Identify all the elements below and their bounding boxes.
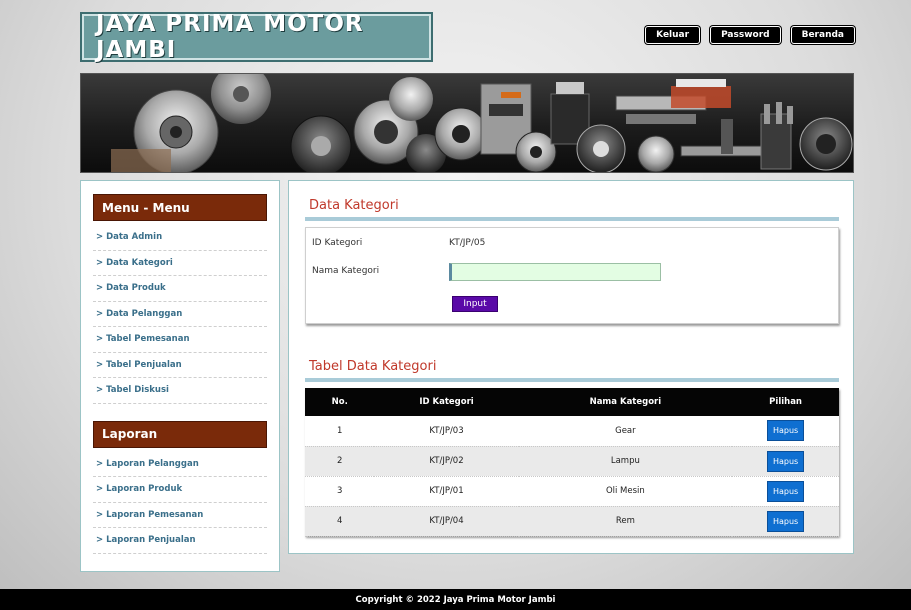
footer: Copyright © 2022 Jaya Prima Motor Jambi: [0, 589, 911, 610]
cell-nama: Lampu: [518, 446, 733, 477]
nama-kategori-input[interactable]: [449, 263, 661, 281]
cell-action: Hapus: [732, 476, 839, 507]
site-title: JAYA PRIMA MOTOR JAMBI: [96, 11, 364, 63]
sidebar-item-data-produk[interactable]: > Data Produk: [93, 276, 267, 302]
sidebar: Menu - Menu > Data Admin > Data Kategori…: [80, 180, 280, 572]
report-heading: Laporan: [93, 420, 267, 448]
hapus-button[interactable]: Hapus: [766, 450, 805, 472]
site-logo: JAYA PRIMA MOTOR JAMBI: [80, 11, 433, 63]
sidebar-item-tabel-pemesanan[interactable]: > Tabel Pemesanan: [93, 327, 267, 353]
hapus-button[interactable]: Hapus: [766, 480, 805, 502]
auto-parts-banner: [80, 73, 854, 173]
sidebar-item-laporan-produk[interactable]: > Laporan Produk: [93, 477, 267, 503]
cell-no: 2: [305, 446, 375, 477]
col-nama-kategori: Nama Kategori: [589, 397, 662, 407]
cell-id: KT/JP/01: [374, 476, 519, 507]
cell-action: Hapus: [732, 416, 839, 447]
table-row: 1 KT/JP/03 Gear Hapus: [305, 416, 839, 447]
report-heading-label: Laporan: [102, 427, 158, 441]
col-pilihan: Pilihan: [769, 397, 802, 407]
cell-action: Hapus: [732, 506, 839, 537]
cell-no: 4: [305, 506, 375, 537]
cell-nama: Rem: [518, 506, 733, 537]
form-title: Data Kategori: [309, 198, 399, 213]
top-nav: Keluar Password Beranda: [645, 26, 855, 44]
menu-heading-label: Menu - Menu: [102, 200, 190, 215]
logout-button[interactable]: Keluar: [645, 26, 701, 44]
sidebar-item-data-pelanggan[interactable]: > Data Pelanggan: [93, 302, 267, 327]
cell-action: Hapus: [732, 446, 839, 477]
sidebar-item-data-admin[interactable]: > Data Admin: [93, 225, 267, 251]
hapus-button[interactable]: Hapus: [766, 420, 805, 442]
input-button[interactable]: Input: [452, 296, 498, 312]
sidebar-item-data-kategori[interactable]: > Data Kategori: [93, 251, 267, 276]
cell-no: 1: [305, 416, 375, 447]
col-no: No.: [331, 397, 348, 407]
report-list: > Laporan Pelanggan > Laporan Produk > L…: [93, 452, 267, 554]
category-table-wrap: No. ID Kategori Nama Kategori Pilihan 1 …: [305, 388, 839, 537]
menu-heading: Menu - Menu: [93, 194, 267, 221]
table-header-row: No. ID Kategori Nama Kategori Pilihan: [305, 388, 839, 416]
sidebar-item-laporan-pelanggan[interactable]: > Laporan Pelanggan: [93, 452, 267, 477]
sidebar-item-laporan-penjualan[interactable]: > Laporan Penjualan: [93, 528, 267, 554]
id-kategori-label: ID Kategori: [312, 238, 363, 248]
table-title: Tabel Data Kategori: [309, 359, 437, 374]
sidebar-item-laporan-pemesanan[interactable]: > Laporan Pemesanan: [93, 503, 267, 528]
category-table: No. ID Kategori Nama Kategori Pilihan 1 …: [305, 388, 839, 537]
cell-nama: Gear: [518, 416, 733, 447]
cell-id: KT/JP/03: [374, 416, 519, 447]
cell-no: 3: [305, 476, 375, 507]
table-row: 2 KT/JP/02 Lampu Hapus: [305, 446, 839, 477]
id-kategori-value: KT/JP/05: [449, 238, 486, 248]
nama-kategori-label: Nama Kategori: [312, 266, 380, 276]
cell-id: KT/JP/04: [374, 506, 519, 537]
sidebar-item-tabel-penjualan[interactable]: > Tabel Penjualan: [93, 353, 267, 378]
table-row: 4 KT/JP/04 Rem Hapus: [305, 506, 839, 537]
copyright-text: Copyright © 2022 Jaya Prima Motor Jambi: [355, 594, 556, 605]
cell-nama: Oli Mesin: [518, 476, 733, 507]
home-button[interactable]: Beranda: [790, 26, 855, 44]
sidebar-item-tabel-diskusi[interactable]: > Tabel Diskusi: [93, 378, 267, 404]
category-form: ID Kategori KT/JP/05 Nama Kategori Input: [305, 227, 839, 324]
table-title-rule: [305, 378, 839, 382]
col-id-kategori: ID Kategori: [419, 397, 474, 407]
main-panel: Data Kategori ID Kategori KT/JP/05 Nama …: [288, 180, 854, 554]
table-row: 3 KT/JP/01 Oli Mesin Hapus: [305, 476, 839, 507]
hapus-button[interactable]: Hapus: [766, 510, 805, 532]
form-title-rule: [305, 217, 839, 221]
password-button[interactable]: Password: [710, 26, 781, 44]
menu-list: > Data Admin > Data Kategori > Data Prod…: [93, 225, 267, 404]
cell-id: KT/JP/02: [374, 446, 519, 477]
